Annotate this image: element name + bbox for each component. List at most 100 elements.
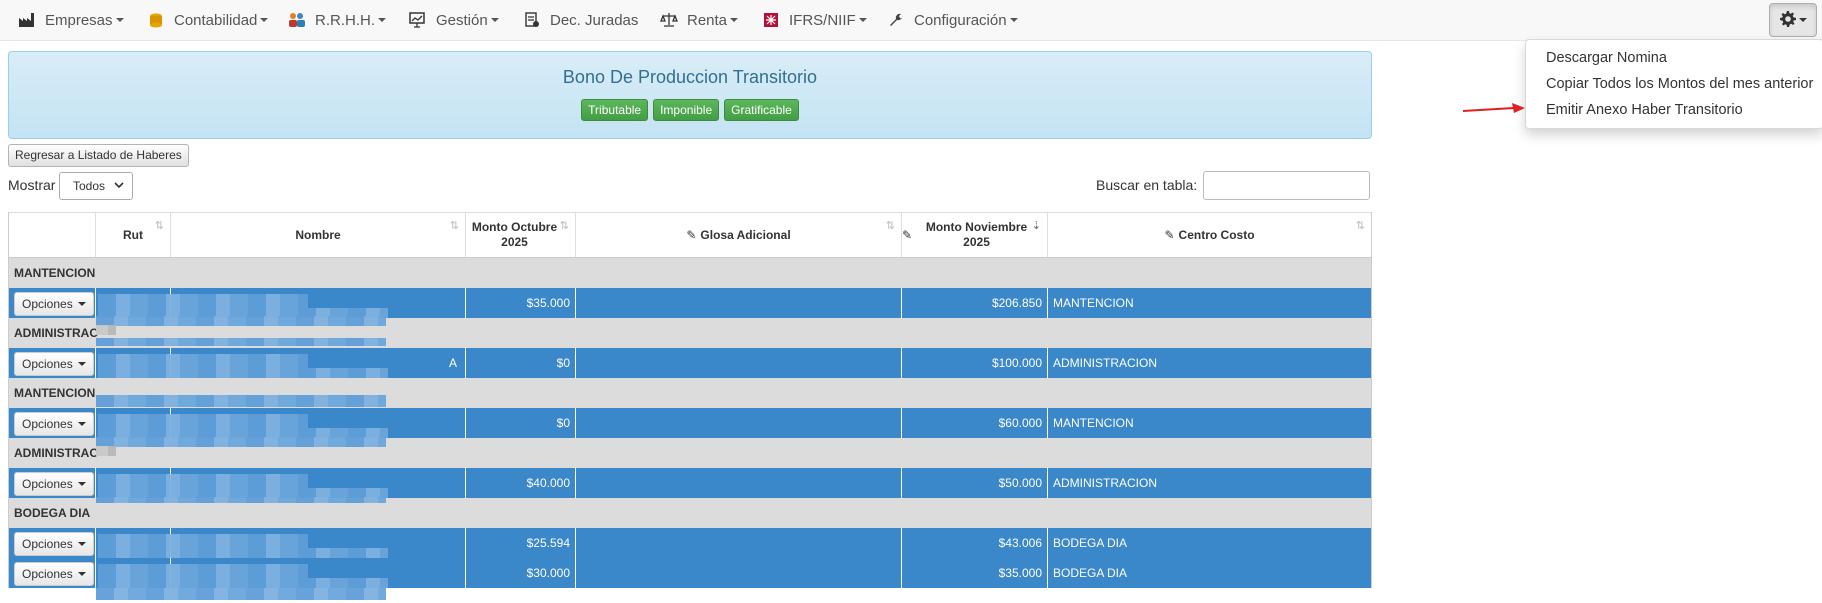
table-row: Opciones $25.594 $43.006 BODEGA DIA xyxy=(9,528,1371,558)
options-cell: Opciones xyxy=(9,558,95,588)
group-label: MANTENCION xyxy=(14,266,96,280)
centro-costo-cell[interactable]: BODEGA DIA xyxy=(1047,528,1371,558)
red-arrow-annotation xyxy=(1462,103,1525,113)
redacted-overflow xyxy=(96,325,116,335)
redacted-overflow xyxy=(96,446,116,456)
glosa-cell[interactable] xyxy=(575,408,901,438)
monto-octubre-cell: $30.000 xyxy=(465,558,575,588)
monto-noviembre-cell[interactable]: $100.000 xyxy=(901,348,1047,378)
sort-icon: ⇅ xyxy=(885,220,895,232)
redacted-overflow xyxy=(96,395,386,407)
redacted-overflow xyxy=(96,338,386,346)
nav-contabilidad[interactable]: Contabilidad xyxy=(147,0,269,40)
row-options-button[interactable]: Opciones xyxy=(14,562,94,586)
document-stamp-icon xyxy=(523,11,541,29)
haber-header-panel: Bono De Produccion Transitorio Tributabl… xyxy=(8,51,1372,139)
monto-noviembre-cell[interactable]: $35.000 xyxy=(901,558,1047,588)
sort-icon: ⇅ xyxy=(154,220,164,232)
label-tributable: Tributable xyxy=(581,99,649,121)
redacted-overflow xyxy=(96,588,386,600)
nav-gestion[interactable]: Gestión xyxy=(409,0,499,40)
table-body: MANTENCION Opciones $35.000 $206.850 MAN… xyxy=(9,258,1371,588)
redacted-overflow xyxy=(96,437,386,447)
label-imponible: Imponible xyxy=(653,99,720,121)
col-header-monto-octubre[interactable]: Monto Octubre 2025 ⇅ xyxy=(465,213,575,257)
glosa-cell[interactable] xyxy=(575,468,901,498)
table-row: Opciones A $0 $100.000 ADMINISTRACION xyxy=(9,348,1371,378)
group-label: ADMINISTRAC xyxy=(14,446,98,460)
monto-noviembre-cell[interactable]: $60.000 xyxy=(901,408,1047,438)
scale-icon xyxy=(660,11,678,29)
glosa-cell[interactable] xyxy=(575,558,901,588)
row-options-button[interactable]: Opciones xyxy=(14,532,94,556)
col-header-monto-noviembre[interactable]: ✎ Monto Noviembre 2025 ⇣ xyxy=(901,213,1047,257)
settings-dropdown-menu: Descargar Nomina Copiar Todos los Montos… xyxy=(1525,39,1822,129)
nav-configuracion[interactable]: Configuración xyxy=(887,0,1018,40)
settings-button[interactable] xyxy=(1769,3,1817,37)
glosa-cell[interactable] xyxy=(575,288,901,318)
gear-icon xyxy=(1779,10,1796,30)
top-navbar: Empresas Contabilidad R.R.H.H. Gestión D… xyxy=(0,0,1822,41)
people-icon xyxy=(288,11,306,29)
menu-item-copiar-montos[interactable]: Copiar Todos los Montos del mes anterior xyxy=(1546,76,1813,92)
menu-item-descargar-nomina[interactable]: Descargar Nomina xyxy=(1546,50,1667,66)
table-header: Rut ⇅ Nombre ⇅ Monto Octubre 2025 ⇅ ✎ Glosa … xyxy=(9,212,1371,258)
sort-desc-icon: ⇣ xyxy=(1031,220,1041,232)
centro-costo-cell[interactable]: BODEGA DIA xyxy=(1047,558,1371,588)
options-cell: Opciones xyxy=(9,528,95,558)
group-row: MANTENCION xyxy=(9,258,1371,288)
nav-renta-label: Renta xyxy=(687,11,728,29)
monto-noviembre-cell[interactable]: $50.000 xyxy=(901,468,1047,498)
centro-costo-cell[interactable]: ADMINISTRACION xyxy=(1047,348,1371,378)
col-header-centro-costo[interactable]: ✎ Centro Costo ⇅ xyxy=(1047,213,1371,257)
redacted-rut-name xyxy=(98,294,308,308)
show-entries-select[interactable]: Todos xyxy=(59,172,133,200)
nav-dec-juradas[interactable]: Dec. Juradas xyxy=(523,0,638,40)
centro-costo-cell[interactable]: MANTENCION xyxy=(1047,288,1371,318)
pencil-icon: ✎ xyxy=(902,227,913,242)
redacted-rut-name xyxy=(98,564,308,578)
nav-contabilidad-label: Contabilidad xyxy=(174,11,258,29)
monto-noviembre-cell[interactable]: $43.006 xyxy=(901,528,1047,558)
monto-octubre-cell: $35.000 xyxy=(465,288,575,318)
nav-renta[interactable]: Renta xyxy=(660,0,739,40)
nav-empresas-label: Empresas xyxy=(45,11,113,29)
row-options-button[interactable]: Opciones xyxy=(14,412,94,436)
search-input[interactable] xyxy=(1203,171,1370,200)
table-row: Opciones $40.000 $50.000 ADMINISTRACION xyxy=(9,468,1371,498)
row-options-button[interactable]: Opciones xyxy=(14,292,94,316)
col-header-glosa[interactable]: ✎ Glosa Adicional ⇅ xyxy=(575,213,901,257)
redacted-rut-name xyxy=(98,414,308,428)
nav-rrhh[interactable]: R.R.H.H. xyxy=(288,0,386,40)
options-cell: Opciones xyxy=(9,468,95,498)
row-options-button[interactable]: Opciones xyxy=(14,472,94,496)
nav-ifrs-label: IFRS/NIIF xyxy=(789,11,856,29)
back-to-haberes-button[interactable]: Regresar a Listado de Haberes xyxy=(8,144,189,167)
col-header-nombre[interactable]: Nombre ⇅ xyxy=(170,213,465,257)
monto-octubre-cell: $40.000 xyxy=(465,468,575,498)
glosa-cell[interactable] xyxy=(575,348,901,378)
sort-icon: ⇅ xyxy=(449,220,459,232)
col-header-rut[interactable]: Rut ⇅ xyxy=(95,213,170,257)
monto-octubre-cell: $0 xyxy=(465,348,575,378)
options-cell: Opciones xyxy=(9,348,95,378)
search-label: Buscar en tabla: xyxy=(1096,177,1198,193)
monto-noviembre-cell[interactable]: $206.850 xyxy=(901,288,1047,318)
nav-dec-juradas-label: Dec. Juradas xyxy=(550,11,639,29)
centro-costo-cell[interactable]: ADMINISTRACION xyxy=(1047,468,1371,498)
nav-rrhh-label: R.R.H.H. xyxy=(315,11,375,29)
table-row: Opciones $0 $60.000 MANTENCION xyxy=(9,408,1371,438)
row-options-button[interactable]: Opciones xyxy=(14,352,94,376)
glosa-cell[interactable] xyxy=(575,528,901,558)
monto-octubre-cell: $25.594 xyxy=(465,528,575,558)
centro-costo-cell[interactable]: MANTENCION xyxy=(1047,408,1371,438)
options-cell: Opciones xyxy=(9,408,95,438)
nav-empresas[interactable]: Empresas xyxy=(18,0,124,40)
menu-item-emitir-anexo[interactable]: Emitir Anexo Haber Transitorio xyxy=(1546,102,1743,118)
redacted-rut-name xyxy=(98,474,308,488)
nav-ifrs[interactable]: IFRS/NIIF xyxy=(762,0,867,40)
redacted-rut-name xyxy=(98,534,308,548)
group-label: MANTENCION xyxy=(14,386,96,400)
redacted-rut-name xyxy=(98,548,388,558)
show-entries-value: Todos xyxy=(73,179,106,193)
